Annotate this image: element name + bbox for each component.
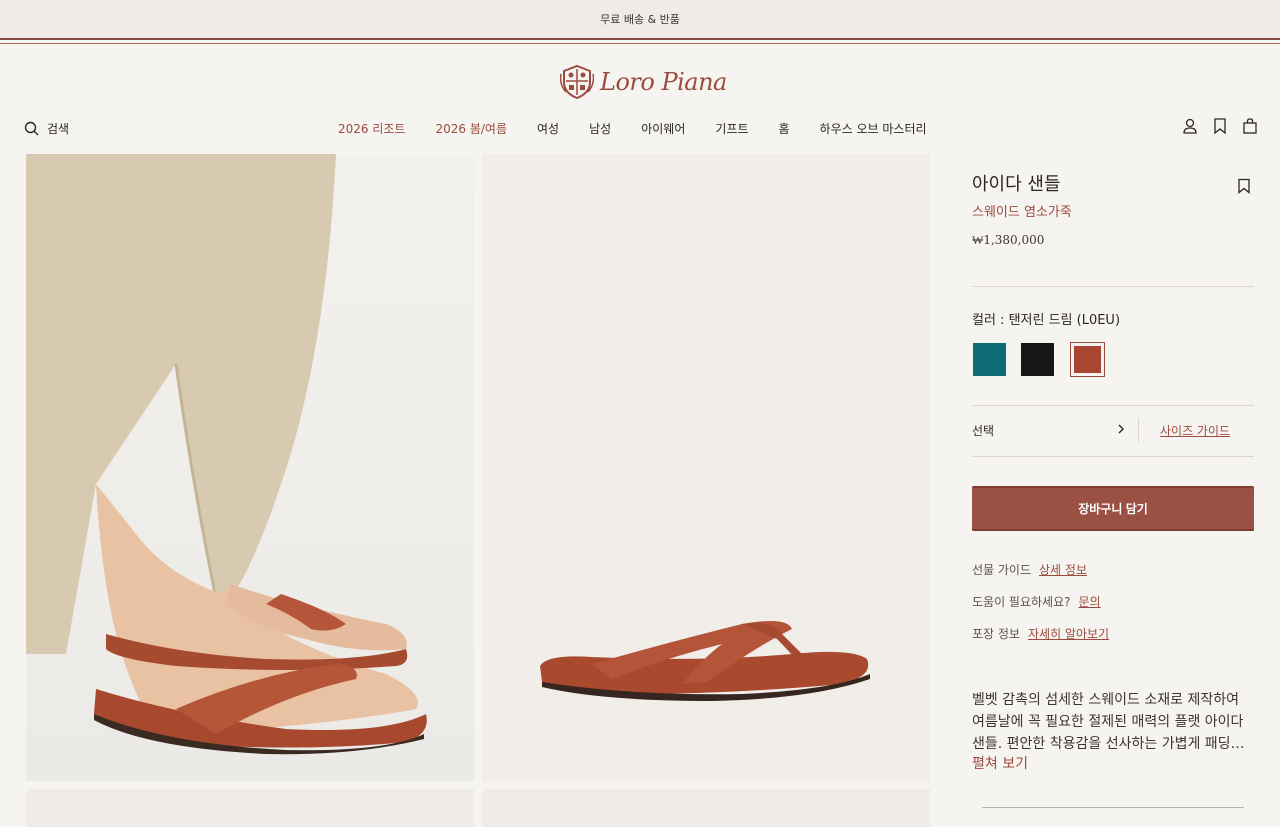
color-swatch-tangerine[interactable] (1070, 342, 1105, 377)
nav-item-resort[interactable]: 2026 리조트 (338, 120, 405, 138)
divider (972, 456, 1254, 457)
divider (1138, 418, 1139, 442)
color-swatch-teal[interactable] (973, 343, 1006, 376)
read-more-link[interactable]: 펼쳐 보기 (972, 753, 1028, 773)
user-icon[interactable] (1182, 117, 1198, 135)
announcement-bar: 무료 배송 & 반품 (0, 0, 1280, 38)
product-image-thumb[interactable] (482, 789, 930, 827)
product-details: 아이다 샌들 스웨이드 염소가죽 ₩1,380,000 컬러 : 탠저린 드림 … (972, 170, 1256, 808)
search-button[interactable]: 검색 (24, 120, 69, 137)
divider (982, 807, 1244, 808)
nav-item-gifts[interactable]: 기프트 (715, 120, 748, 138)
chevron-right-icon[interactable] (1116, 423, 1126, 438)
divider (972, 286, 1254, 287)
packaging-link[interactable]: 자세히 알아보기 (1028, 627, 1109, 641)
add-to-cart-button[interactable]: 장바구니 담기 (972, 486, 1254, 531)
product-image-thumb[interactable] (26, 789, 474, 827)
contact-link[interactable]: 문의 (1079, 595, 1101, 609)
help-label: 도움이 필요하세요? (972, 595, 1071, 609)
color-swatch-black[interactable] (1021, 343, 1054, 376)
nav-item-women[interactable]: 여성 (537, 120, 559, 138)
gift-guide-label: 선물 가이드 (972, 563, 1032, 577)
size-select[interactable]: 선택 (972, 422, 994, 439)
product-description: 벨벳 감촉의 섬세한 스웨이드 소재로 제작하여 여름날에 꼭 필요한 절제된 … (972, 692, 1245, 752)
announcement-text: 무료 배송 & 반품 (600, 13, 680, 26)
product-material: 스웨이드 염소가죽 (972, 205, 1072, 220)
nav-item-men[interactable]: 남성 (589, 120, 611, 138)
packaging-label: 포장 정보 (972, 627, 1020, 641)
packaging-row: 포장 정보 자세히 알아보기 (972, 625, 1109, 642)
help-row: 도움이 필요하세요? 문의 (972, 593, 1101, 610)
nav-item-eyewear[interactable]: 아이웨어 (641, 120, 685, 138)
search-label: 검색 (47, 122, 70, 136)
product-price: ₩1,380,000 (972, 233, 1045, 247)
nav-item-spring-summer[interactable]: 2026 봄/여름 (435, 120, 507, 138)
divider (972, 405, 1254, 406)
gift-guide-link[interactable]: 상세 정보 (1039, 563, 1087, 577)
divider (0, 38, 1280, 40)
main-nav: 2026 리조트 2026 봄/여름 여성 남성 아이웨어 기프트 홈 하우스 … (338, 120, 927, 138)
shopping-bag-icon[interactable] (1242, 117, 1258, 135)
divider (0, 43, 1280, 44)
product-title: 아이다 샌들 (972, 174, 1061, 195)
bookmark-icon[interactable] (1237, 178, 1251, 198)
brand-logo[interactable]: Loro Piana (560, 60, 730, 104)
header-actions (1182, 117, 1258, 135)
nav-item-home[interactable]: 홈 (779, 120, 790, 138)
bookmark-icon[interactable] (1212, 117, 1228, 135)
logo-wordmark: Loro Piana (600, 68, 727, 96)
size-guide-link[interactable]: 사이즈 가이드 (1160, 422, 1230, 439)
product-image-model[interactable] (26, 154, 474, 781)
color-label: 컬러 : 탠저린 드림 (L0EU) (972, 313, 1121, 328)
nav-item-house-of-mastery[interactable]: 하우스 오브 마스터리 (820, 120, 927, 138)
search-icon (24, 121, 39, 136)
gift-guide-row: 선물 가이드 상세 정보 (972, 561, 1087, 578)
crest-icon (560, 64, 594, 100)
product-image-sandal[interactable] (482, 154, 930, 781)
